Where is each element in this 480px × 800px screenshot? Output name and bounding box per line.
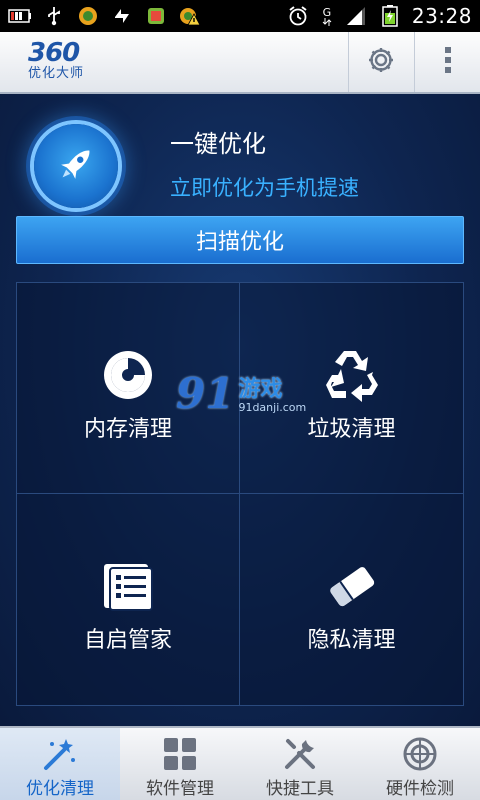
tab-software-manage[interactable]: 软件管理 — [120, 728, 240, 800]
usb-icon — [42, 6, 66, 26]
privacy-clean-tile[interactable]: 隐私清理 — [240, 494, 463, 705]
app-logo: 360 优化大师 — [28, 40, 114, 88]
optimize-title: 一键优化 — [170, 130, 266, 158]
signal-icon — [344, 6, 368, 26]
app-icon — [76, 6, 100, 26]
sync-icon — [110, 6, 134, 26]
status-bar: G 23:28 — [0, 0, 480, 32]
tab-label: 硬件检测 — [386, 779, 454, 799]
recycle-icon — [322, 345, 382, 405]
logo-number: 360 — [28, 38, 80, 68]
battery-icon — [8, 6, 32, 26]
tab-label: 优化清理 — [26, 779, 94, 799]
target-icon — [401, 736, 439, 772]
apps-grid-icon — [161, 736, 199, 772]
tools-icon — [281, 736, 319, 772]
network-label: G — [322, 5, 332, 19]
tab-label: 快捷工具 — [266, 779, 334, 799]
overflow-menu-icon — [444, 45, 452, 79]
main-panel: 一键优化 立即优化为手机提速 扫描优化 内存清理 垃圾清理 自启管家 隐私清理 … — [0, 94, 480, 726]
watermark-url: 91danji.com — [238, 401, 307, 414]
settings-button[interactable] — [348, 32, 413, 92]
tab-hardware-check[interactable]: 硬件检测 — [360, 728, 480, 800]
watermark-number: 91 — [176, 369, 235, 418]
tab-optimize-clean[interactable]: 优化清理 — [0, 728, 120, 800]
app-icon — [144, 6, 168, 26]
startup-manager-label: 自启管家 — [83, 628, 172, 653]
startup-manager-tile[interactable]: 自启管家 — [17, 494, 240, 705]
rocket-icon — [53, 141, 99, 191]
magic-wand-icon — [41, 736, 79, 772]
logo-subtitle: 优化大师 — [28, 66, 85, 81]
overflow-menu-button[interactable] — [414, 32, 480, 92]
gear-icon — [366, 45, 396, 79]
junk-clean-label: 垃圾清理 — [307, 417, 396, 442]
privacy-clean-label: 隐私清理 — [307, 628, 396, 653]
feature-grid: 内存清理 垃圾清理 自启管家 隐私清理 — [16, 282, 464, 706]
watermark-text: 游戏 — [238, 377, 283, 402]
tab-label: 软件管理 — [146, 779, 214, 799]
memory-clean-icon — [98, 345, 158, 405]
memory-clean-label: 内存清理 — [83, 417, 172, 442]
bottom-tab-bar: 优化清理 软件管理 快捷工具 硬件检测 — [0, 726, 480, 800]
optimize-subtitle: 立即优化为手机提速 — [170, 176, 359, 200]
app-header: 360 优化大师 — [0, 32, 480, 94]
alarm-icon — [286, 6, 310, 26]
tab-quick-tools[interactable]: 快捷工具 — [240, 728, 360, 800]
one-key-optimize-button[interactable] — [34, 124, 118, 208]
startup-manager-icon — [98, 556, 158, 616]
network-type: G — [320, 6, 334, 26]
clock: 23:28 — [411, 4, 472, 28]
watermark-logo: 91 游戏 91danji.com — [176, 372, 316, 422]
eraser-icon — [322, 556, 382, 616]
scan-optimize-button[interactable]: 扫描优化 — [16, 216, 464, 264]
warning-icon — [178, 6, 202, 26]
battery-charging-icon — [378, 5, 402, 27]
